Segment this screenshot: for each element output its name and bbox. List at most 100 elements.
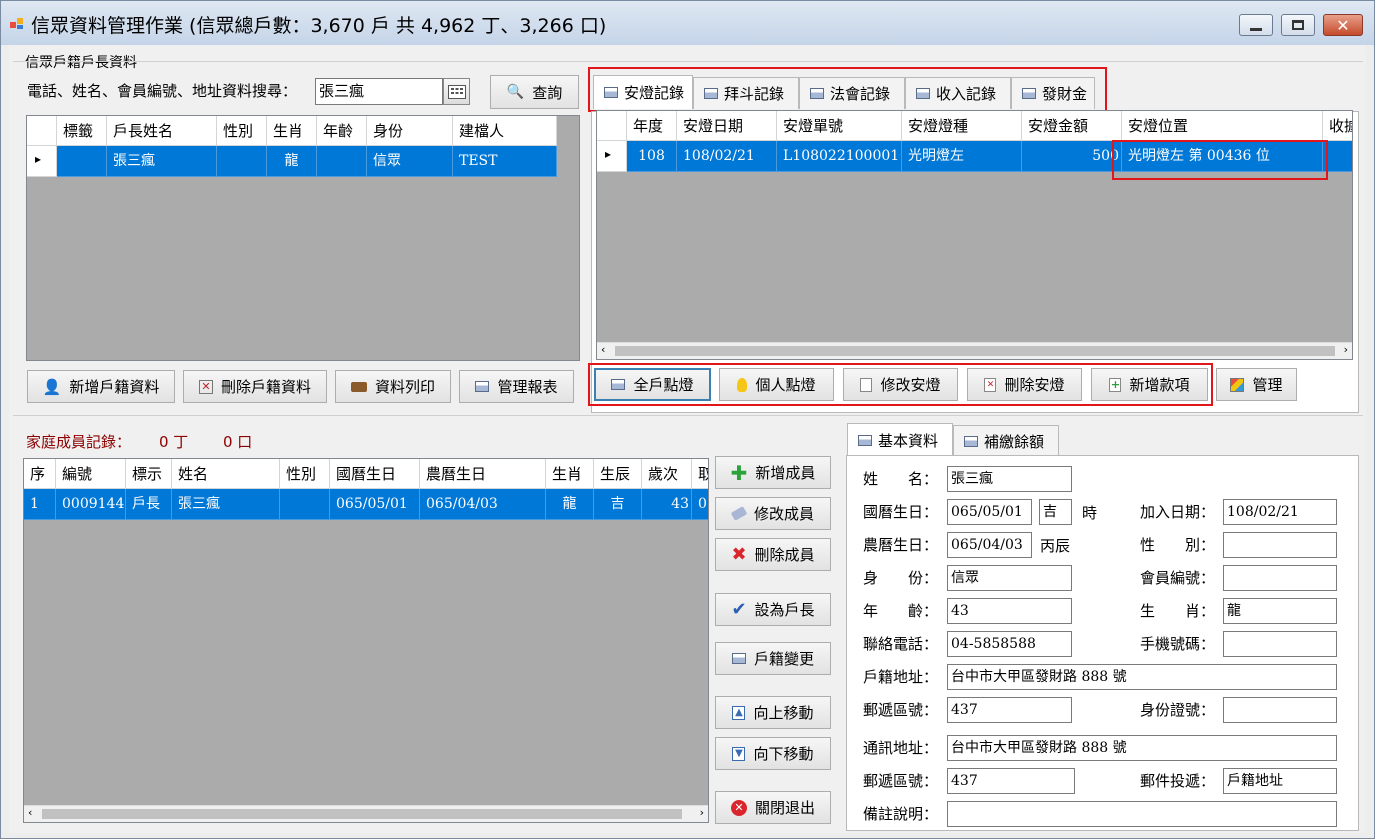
manage-button[interactable]: 管理 [1216,368,1297,401]
col-header[interactable]: 戶長姓名 [107,116,217,146]
col-header[interactable]: 安燈日期 [677,111,777,141]
keyboard-button[interactable] [443,78,470,105]
add-household-button[interactable]: 👤 新增戶籍資料 [27,370,175,403]
family-members-grid[interactable]: 序 編號 標示 姓名 性別 國曆生日 農曆生日 生肖 生辰 歲次 取 1 000… [23,458,709,823]
table-row[interactable]: 張三瘋 龍 信眾 TEST [57,146,557,177]
scroll-left-icon[interactable]: ‹ [601,343,605,356]
col-header[interactable]: 安燈金額 [1022,111,1122,141]
delete-icon: ✕ [198,379,213,394]
scroll-left-icon[interactable]: ‹ [28,806,32,819]
scroll-right-icon[interactable]: › [700,806,704,819]
col-header[interactable]: 建檔人 [453,116,557,146]
row-selector[interactable]: ▸ [597,141,627,172]
col-header[interactable]: 收據 [1323,111,1352,141]
col-header[interactable]: 國曆生日 [330,459,420,489]
member-id-field[interactable] [1223,565,1337,591]
lunar-birthday-field[interactable]: 065/04/03 [947,532,1032,558]
close-exit-button[interactable]: ✕ 關閉退出 [715,791,831,824]
grid-header: 標籤 戶長姓名 性別 生肖 年齡 身份 建檔人 [27,116,557,146]
search-label: 電話、姓名、會員編號、地址資料搜尋： [27,82,298,100]
delete-household-button[interactable]: ✕ 刪除戶籍資料 [183,370,327,403]
col-header[interactable]: 年度 [627,111,677,141]
tabs-highlight-box [588,67,1107,112]
zip-field[interactable]: 437 [947,697,1072,723]
scroll-right-icon[interactable]: › [1344,343,1348,356]
scroll-thumb[interactable] [42,809,682,819]
location-highlight-box [1112,140,1328,180]
maximize-icon [1292,20,1304,30]
eraser-icon [730,506,748,521]
mail-address-field[interactable]: 台中市大甲區發財路 888 號 [947,735,1337,761]
household-head-grid[interactable]: 標籤 戶長姓名 性別 生肖 年齡 身份 建檔人 ▸ 張三瘋 龍 信眾 TEST [26,115,580,361]
buttons-highlight-box [588,363,1213,406]
delivery-field[interactable]: 戶籍地址 [1223,768,1337,794]
move-down-button[interactable]: ▼ 向下移動 [715,737,831,770]
set-head-button[interactable]: ✔ 設為戶長 [715,593,831,626]
gender-field[interactable] [1223,532,1337,558]
basic-info-panel: 姓 名： 張三瘋 國曆生日： 065/05/01 吉 時 加入日期： 108/0… [846,455,1359,831]
col-header[interactable]: 生辰 [594,459,642,489]
scroll-thumb[interactable] [615,346,1335,356]
tab-basic-info[interactable]: 基本資料 [847,423,953,457]
mobile-field[interactable] [1223,631,1337,657]
phone-field[interactable]: 04-5858588 [947,631,1072,657]
group-label: 信眾戶籍戶長資料 [25,55,137,71]
col-header[interactable]: 標籤 [57,116,107,146]
tab-icon [964,436,978,447]
col-header[interactable]: 編號 [56,459,126,489]
magnifier-icon: 🔍 [506,84,525,100]
app-icon [10,18,23,29]
mail-zip-field[interactable]: 437 [947,768,1075,794]
name-field[interactable]: 張三瘋 [947,466,1072,492]
solar-birthday-field[interactable]: 065/05/01 [947,499,1032,525]
client-area: 信眾戶籍戶長資料 電話、姓名、會員編號、地址資料搜尋： 張三瘋 🔍 查詢 標籤 戶… [9,45,1366,833]
join-date-field[interactable]: 108/02/21 [1223,499,1337,525]
delete-member-button[interactable]: ✖ 刪除成員 [715,538,831,571]
close-window-button[interactable]: ✕ [1323,14,1363,36]
col-header[interactable]: 農曆生日 [420,459,546,489]
col-header[interactable]: 性別 [280,459,330,489]
table-row[interactable]: 1 0009144 戶長 張三瘋 065/05/01 065/04/03 龍 吉… [24,489,708,520]
chart-icon [1230,377,1245,392]
col-header[interactable]: 安燈單號 [777,111,902,141]
row-selector[interactable]: ▸ [27,146,57,177]
search-input[interactable]: 張三瘋 [315,78,443,105]
report-button[interactable]: 管理報表 [459,370,574,403]
user-icon: 👤 [42,377,62,396]
remark-field[interactable] [947,801,1337,827]
minimize-button[interactable] [1239,14,1273,36]
identity-field[interactable]: 信眾 [947,565,1072,591]
ding-count: 0 丁 [159,433,189,451]
plus-icon: ✚ [730,460,748,485]
grid-header: 年度 安燈日期 安燈單號 安燈燈種 安燈金額 安燈位置 收據 [597,111,1352,141]
col-header[interactable]: 取 [692,459,708,489]
print-button[interactable]: 資料列印 [335,370,451,403]
address-field[interactable]: 台中市大甲區發財路 888 號 [947,664,1337,690]
col-header[interactable]: 性別 [217,116,267,146]
col-header[interactable]: 歲次 [642,459,692,489]
group-divider [13,61,1363,62]
edit-member-button[interactable]: 修改成員 [715,497,831,530]
col-header[interactable]: 安燈燈種 [902,111,1022,141]
birth-hour-field[interactable]: 吉 [1039,499,1072,525]
zodiac-field[interactable]: 龍 [1223,598,1337,624]
id-number-field[interactable] [1223,697,1337,723]
horizontal-scrollbar[interactable]: ‹ › [597,342,1352,359]
col-header[interactable]: 生肖 [267,116,317,146]
keyboard-icon [447,84,466,99]
horizontal-scrollbar[interactable]: ‹ › [24,805,708,822]
maximize-button[interactable] [1281,14,1315,36]
col-header[interactable]: 安燈位置 [1122,111,1323,141]
col-header[interactable]: 年齡 [317,116,367,146]
col-header[interactable]: 標示 [126,459,172,489]
query-button[interactable]: 🔍 查詢 [490,75,579,109]
change-household-button[interactable]: 戶籍變更 [715,642,831,675]
add-member-button[interactable]: ✚ 新增成員 [715,456,831,489]
move-up-button[interactable]: ▲ 向上移動 [715,696,831,729]
tab-balance[interactable]: 補繳餘額 [953,425,1059,457]
col-header[interactable]: 身份 [367,116,453,146]
age-field[interactable]: 43 [947,598,1072,624]
col-header[interactable]: 生肖 [546,459,594,489]
col-header[interactable]: 姓名 [172,459,280,489]
col-header[interactable]: 序 [24,459,56,489]
